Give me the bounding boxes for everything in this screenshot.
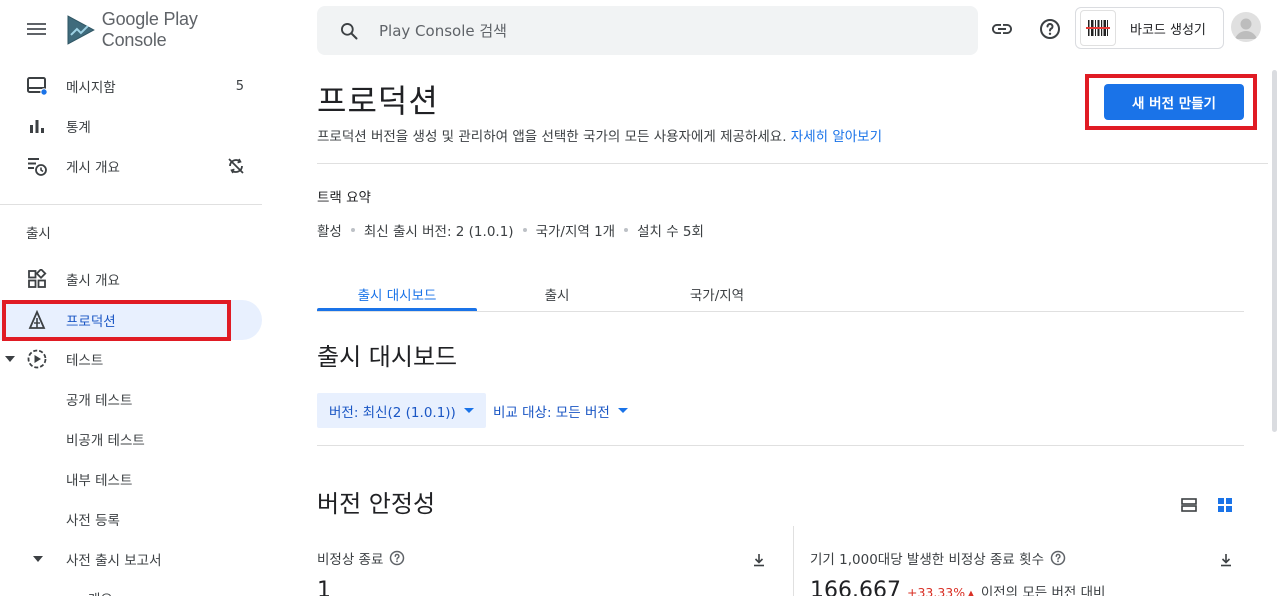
avatar-icon — [1235, 18, 1257, 39]
tab-release-dashboard[interactable]: 출시 대시보드 — [317, 284, 477, 304]
card-label-text: 기기 1,000대당 발생한 비정상 종료 횟수 — [810, 552, 1044, 568]
track-summary-title: 트랙 요약 — [317, 190, 371, 206]
sidebar-item-inbox[interactable]: 메시지함 5 — [0, 66, 262, 106]
avatar[interactable] — [1231, 12, 1261, 42]
barcode-app-icon — [1080, 10, 1116, 46]
sidebar-item-testing[interactable]: 테스트 — [0, 339, 262, 379]
track-latest-version: 최신 출시 버전: 2 (1.0.1) — [363, 224, 514, 240]
inbox-count-badge: 5 — [235, 78, 244, 94]
search-bar[interactable] — [317, 6, 978, 55]
sidebar-item-label: 메시지함 — [66, 80, 116, 96]
sidebar-item-prelaunch-overview[interactable]: 개요 — [0, 578, 262, 596]
sidebar-item-release-overview[interactable]: 출시 개요 — [0, 259, 262, 299]
separator-dot — [350, 228, 355, 232]
card-divider — [793, 526, 794, 596]
highlight-box-production — [2, 300, 231, 341]
caret-down-icon[interactable] — [32, 555, 44, 563]
search-icon — [341, 22, 358, 39]
caret-down-icon — [617, 408, 628, 413]
track-status: 활성 — [317, 224, 342, 240]
crash-count-card-label: 비정상 종료 — [317, 548, 405, 568]
compare-filter[interactable]: 비교 대상: 모든 버전 — [493, 393, 628, 428]
play-console-logo[interactable]: Google Play Console — [66, 9, 266, 50]
tab-releases[interactable]: 출시 — [477, 284, 637, 304]
page-description-text: 프로덕션 버전을 생성 및 관리하여 앱을 선택한 국가의 모든 사용자에게 제… — [317, 129, 787, 145]
help-icon[interactable] — [1036, 15, 1064, 43]
help-icon[interactable] — [389, 550, 405, 566]
version-filter[interactable]: 버전: 최신(2 (1.0.1)) — [317, 393, 486, 428]
separator-dot — [522, 228, 527, 232]
sidebar-item-closed-testing[interactable]: 비공개 테스트 — [0, 419, 262, 459]
card-label-text: 비정상 종료 — [317, 552, 384, 568]
list-view-icon[interactable] — [1180, 496, 1198, 514]
crash-rate-compare: 이전의 모든 버전 대비 — [980, 585, 1106, 596]
crash-rate-row: 166.667 +33.33% ▲ 이전의 모든 버전 대비 — [810, 578, 1105, 596]
sidebar-item-prelaunch-report[interactable]: 사전 출시 보고서 — [0, 539, 262, 579]
page-title: 프로덕션 — [317, 82, 439, 120]
tab-countries[interactable]: 국가/지역 — [637, 284, 797, 304]
page-scrollbar[interactable] — [1272, 70, 1277, 432]
caret-down-icon — [463, 408, 474, 413]
arrow-up-icon: ▲ — [967, 589, 975, 596]
sidebar-item-label: 사전 등록 — [66, 513, 120, 529]
sidebar-section-release: 출시 — [26, 226, 51, 242]
sidebar-item-label: 게시 개요 — [66, 160, 120, 176]
page-description: 프로덕션 버전을 생성 및 관리하여 앱을 선택한 국가의 모든 사용자에게 제… — [317, 125, 882, 145]
sidebar-item-label: 개요 — [88, 588, 113, 596]
sidebar-item-label: 출시 개요 — [66, 273, 120, 289]
crash-rate-card-label: 기기 1,000대당 발생한 비정상 종료 횟수 — [810, 548, 1066, 568]
sidebar-item-label: 사전 출시 보고서 — [66, 553, 162, 569]
sidebar-item-statistics[interactable]: 통계 — [0, 106, 262, 146]
grid-view-icon[interactable] — [1216, 496, 1234, 514]
tabs-divider — [317, 311, 1244, 312]
dashboard-title: 출시 대시보드 — [317, 343, 458, 371]
sidebar-item-label: 테스트 — [66, 353, 104, 369]
app-selector[interactable]: 바코드 생성기 — [1075, 7, 1224, 49]
highlight-box-create-release — [1085, 74, 1257, 130]
crash-count-value: 1 — [317, 578, 331, 596]
schedule-list-icon — [26, 155, 48, 177]
sidebar-item-open-testing[interactable]: 공개 테스트 — [0, 379, 262, 419]
crash-rate-value: 166.667 — [810, 578, 901, 596]
link-icon[interactable] — [988, 15, 1016, 43]
stability-title: 버전 안정성 — [317, 490, 436, 518]
filter-divider — [317, 445, 1244, 446]
learn-more-link[interactable]: 자세히 알아보기 — [791, 129, 882, 145]
track-installs: 설치 수 5회 — [637, 224, 704, 240]
menu-icon[interactable] — [26, 20, 48, 38]
sidebar-item-internal-testing[interactable]: 내부 테스트 — [0, 459, 262, 499]
sidebar-item-label: 공개 테스트 — [66, 393, 133, 409]
header-divider — [317, 163, 1268, 164]
play-circle-icon — [26, 348, 48, 370]
inbox-icon — [26, 75, 48, 97]
logo-text: Google Play Console — [101, 9, 198, 50]
sidebar-divider — [0, 204, 262, 205]
play-logo-icon — [67, 15, 95, 45]
sidebar-item-label: 비공개 테스트 — [66, 433, 145, 449]
version-filter-label: 버전: 최신(2 (1.0.1)) — [329, 404, 456, 421]
search-input[interactable] — [379, 21, 939, 40]
dashboard-icon — [26, 268, 48, 290]
bar-chart-icon — [26, 115, 48, 137]
sidebar-item-label: 내부 테스트 — [66, 473, 133, 489]
compare-filter-label: 비교 대상: 모든 버전 — [493, 404, 610, 421]
crash-rate-delta: +33.33% — [906, 585, 966, 596]
track-summary: 활성 최신 출시 버전: 2 (1.0.1) 국가/지역 1개 설치 수 5회 — [317, 220, 704, 240]
sync-off-icon — [227, 157, 245, 175]
caret-down-icon[interactable] — [4, 355, 16, 363]
download-icon[interactable] — [1218, 552, 1234, 568]
track-countries: 국가/지역 1개 — [535, 224, 616, 240]
separator-dot — [624, 228, 629, 232]
help-icon[interactable] — [1050, 550, 1066, 566]
sidebar-item-pre-registration[interactable]: 사전 등록 — [0, 499, 262, 539]
app-name: 바코드 생성기 — [1130, 22, 1206, 38]
sidebar-item-label: 통계 — [66, 120, 91, 136]
sidebar-item-publishing-overview[interactable]: 게시 개요 — [0, 146, 262, 186]
download-icon[interactable] — [751, 552, 767, 568]
